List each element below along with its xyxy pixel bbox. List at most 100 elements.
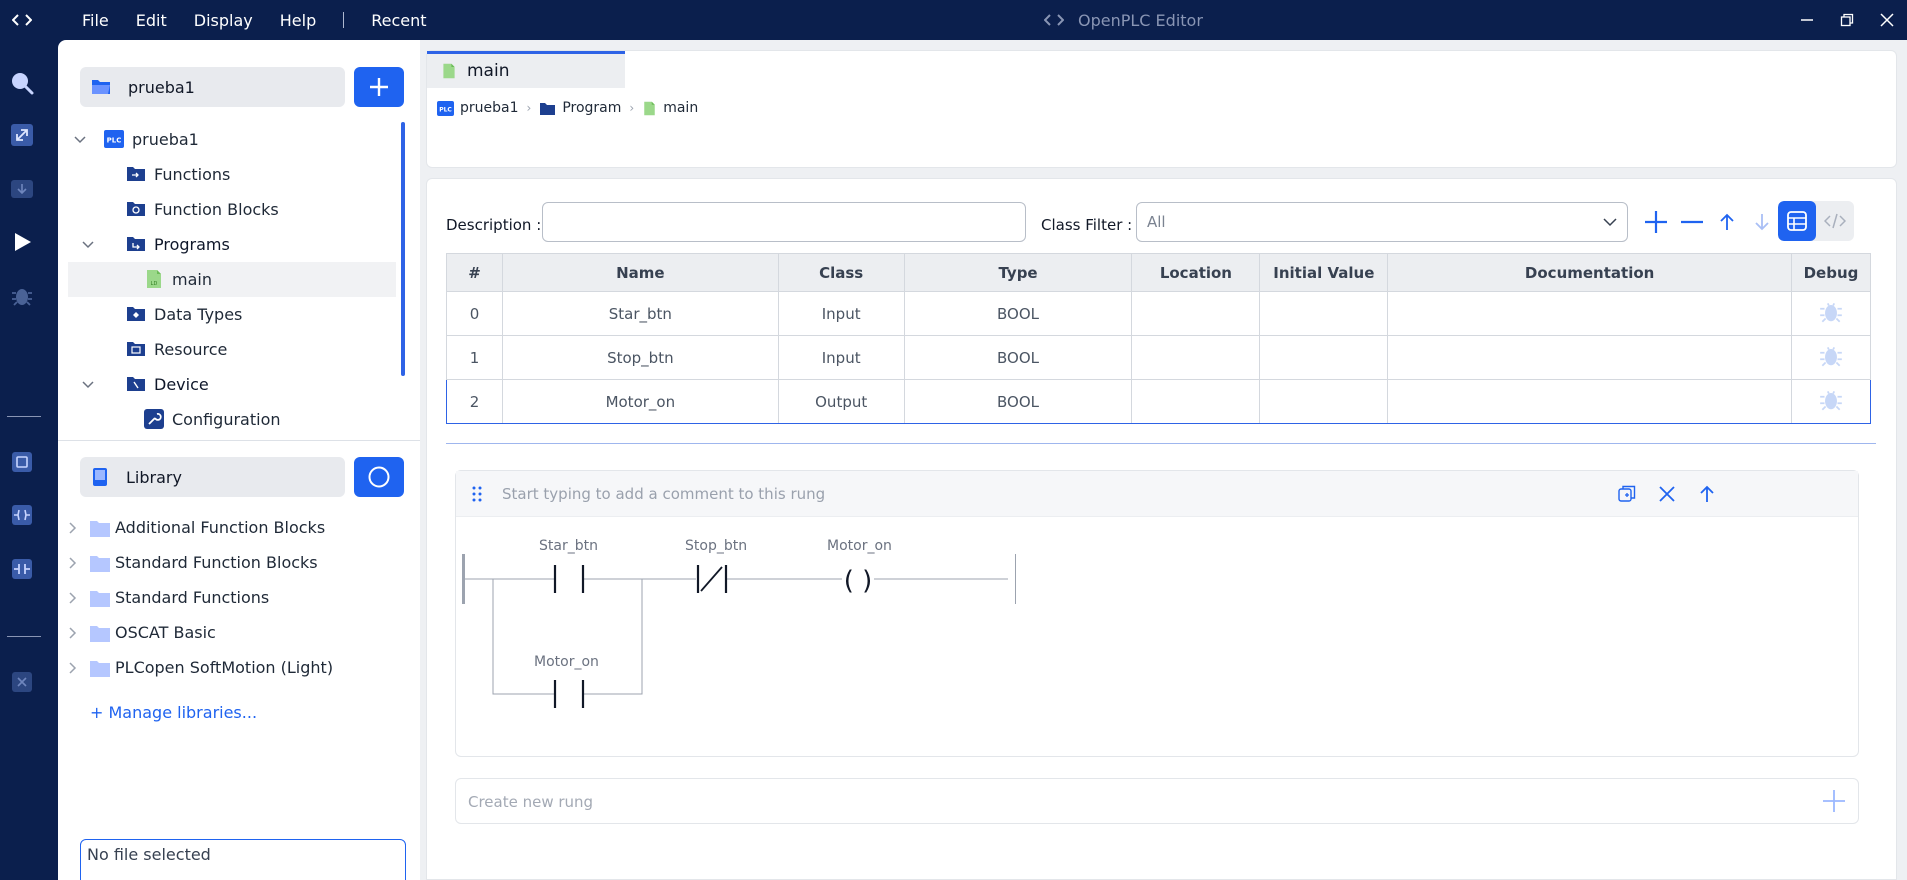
chevron-down-icon[interactable] bbox=[81, 378, 95, 392]
breadcrumb-project[interactable]: prueba1 bbox=[460, 100, 519, 116]
cell-initial-value[interactable] bbox=[1259, 291, 1389, 336]
drag-handle-icon[interactable] bbox=[472, 486, 482, 502]
library-item[interactable]: Additional Function Blocks bbox=[68, 510, 325, 545]
contact-motor-on[interactable] bbox=[553, 680, 585, 708]
tab-main[interactable]: main bbox=[427, 51, 625, 88]
tree-item-programs[interactable]: Programs bbox=[68, 227, 396, 262]
contact-star-btn[interactable] bbox=[553, 565, 585, 593]
cell-class[interactable]: Output bbox=[777, 379, 905, 424]
restore-icon[interactable] bbox=[1827, 0, 1867, 40]
menu-recent[interactable]: Recent bbox=[371, 11, 426, 30]
cell-location[interactable] bbox=[1131, 291, 1261, 336]
cell-type[interactable]: BOOL bbox=[903, 379, 1133, 424]
library-item[interactable]: Standard Functions bbox=[68, 580, 269, 615]
contact-stop-btn[interactable] bbox=[696, 565, 728, 593]
add-button[interactable] bbox=[354, 67, 404, 107]
cell-debug[interactable] bbox=[1790, 379, 1872, 424]
tree-item-main[interactable]: LD main bbox=[68, 262, 396, 297]
contact-icon[interactable] bbox=[9, 502, 35, 528]
tree-item-project[interactable]: PLC prueba1 bbox=[68, 122, 396, 157]
breadcrumb-pou[interactable]: main bbox=[663, 100, 698, 116]
manage-libraries-link[interactable]: + Manage libraries... bbox=[90, 703, 257, 722]
cell-documentation[interactable] bbox=[1387, 379, 1792, 424]
tree-item-data-types[interactable]: Data Types bbox=[68, 297, 396, 332]
library-item[interactable]: OSCAT Basic bbox=[68, 615, 216, 650]
column-header[interactable]: Class bbox=[777, 253, 905, 292]
download-icon[interactable] bbox=[9, 176, 35, 202]
column-header[interactable]: Type bbox=[903, 253, 1133, 292]
menu-file[interactable]: File bbox=[82, 11, 109, 30]
cell-location[interactable] bbox=[1131, 379, 1261, 424]
tree-item-configuration[interactable]: Configuration bbox=[68, 402, 396, 434]
rung-comment-input[interactable]: Start typing to add a comment to this ru… bbox=[502, 485, 825, 503]
table-row[interactable]: 1 Stop_btn Input BOOL bbox=[446, 335, 1872, 380]
coil-motor-on[interactable]: ( ) bbox=[844, 566, 873, 596]
search-icon[interactable] bbox=[9, 70, 35, 96]
table-row[interactable]: 2 Motor_on Output BOOL bbox=[446, 379, 1872, 424]
cell-location[interactable] bbox=[1131, 335, 1261, 380]
cell-debug[interactable] bbox=[1790, 335, 1872, 380]
move-down-button[interactable] bbox=[1747, 207, 1777, 237]
add-variable-button[interactable] bbox=[1641, 207, 1671, 237]
class-filter-select[interactable]: All bbox=[1136, 202, 1628, 242]
cell-documentation[interactable] bbox=[1387, 335, 1792, 380]
chevron-down-icon[interactable] bbox=[81, 238, 95, 252]
plus-icon[interactable] bbox=[1822, 789, 1846, 813]
cell-name[interactable]: Star_btn bbox=[501, 291, 779, 336]
play-icon[interactable] bbox=[9, 229, 35, 255]
chevron-down-icon[interactable] bbox=[73, 133, 87, 147]
menu-display[interactable]: Display bbox=[194, 11, 253, 30]
minimize-icon[interactable] bbox=[1787, 0, 1827, 40]
move-up-button[interactable] bbox=[1712, 207, 1742, 237]
cell-documentation[interactable] bbox=[1387, 291, 1792, 336]
coil-icon[interactable] bbox=[9, 556, 35, 582]
delete-rung-button[interactable] bbox=[1656, 483, 1678, 505]
cell-name[interactable]: Stop_btn bbox=[501, 335, 779, 380]
cell-debug[interactable] bbox=[1790, 291, 1872, 336]
cell-initial-value[interactable] bbox=[1259, 379, 1389, 424]
cell-class[interactable]: Input bbox=[777, 291, 905, 336]
duplicate-rung-button[interactable] bbox=[1616, 483, 1638, 505]
cell-type[interactable]: BOOL bbox=[903, 335, 1133, 380]
close-instance-icon[interactable] bbox=[9, 669, 35, 695]
project-selector[interactable]: prueba1 bbox=[80, 67, 345, 107]
tree-item-functions[interactable]: Functions bbox=[68, 157, 396, 192]
column-header[interactable]: Location bbox=[1131, 253, 1261, 292]
cell-initial-value[interactable] bbox=[1259, 335, 1389, 380]
move-rung-up-button[interactable] bbox=[1696, 483, 1718, 505]
library-item[interactable]: Standard Function Blocks bbox=[68, 545, 318, 580]
column-header[interactable]: Name bbox=[501, 253, 779, 292]
tree-item-resource[interactable]: Resource bbox=[68, 332, 396, 367]
column-header[interactable]: Debug bbox=[1790, 253, 1872, 292]
table-row[interactable]: 0 Star_btn Input BOOL bbox=[446, 291, 1872, 336]
menu-edit[interactable]: Edit bbox=[136, 11, 167, 30]
debug-icon[interactable] bbox=[1818, 299, 1844, 325]
debug-icon[interactable] bbox=[1818, 343, 1844, 369]
table-view-button[interactable] bbox=[1778, 201, 1816, 241]
cell-type[interactable]: BOOL bbox=[903, 291, 1133, 336]
tree-item-function-blocks[interactable]: Function Blocks bbox=[68, 192, 396, 227]
column-header[interactable]: # bbox=[446, 253, 503, 292]
remove-variable-button[interactable] bbox=[1677, 207, 1707, 237]
debug-icon[interactable] bbox=[9, 283, 35, 309]
library-search-button[interactable] bbox=[354, 457, 404, 497]
editor-splitter[interactable] bbox=[446, 443, 1876, 444]
chevron-right-icon[interactable] bbox=[69, 556, 77, 569]
chevron-right-icon[interactable] bbox=[69, 661, 77, 674]
board-icon[interactable] bbox=[9, 449, 35, 475]
description-input[interactable] bbox=[542, 202, 1026, 242]
tree-item-device[interactable]: Device bbox=[68, 367, 396, 402]
debug-icon[interactable] bbox=[1818, 387, 1844, 413]
code-view-button[interactable] bbox=[1816, 201, 1854, 241]
tree-scrollbar[interactable] bbox=[401, 122, 405, 376]
breadcrumb-program[interactable]: Program bbox=[562, 100, 621, 116]
menu-help[interactable]: Help bbox=[280, 11, 316, 30]
column-header[interactable]: Documentation bbox=[1387, 253, 1792, 292]
chevron-right-icon[interactable] bbox=[69, 521, 77, 534]
code-brackets-icon[interactable] bbox=[0, 0, 44, 40]
cell-class[interactable]: Input bbox=[777, 335, 905, 380]
zoom-fit-icon[interactable] bbox=[9, 122, 35, 148]
column-header[interactable]: Initial Value bbox=[1259, 253, 1389, 292]
close-icon[interactable] bbox=[1867, 0, 1907, 40]
chevron-right-icon[interactable] bbox=[69, 626, 77, 639]
